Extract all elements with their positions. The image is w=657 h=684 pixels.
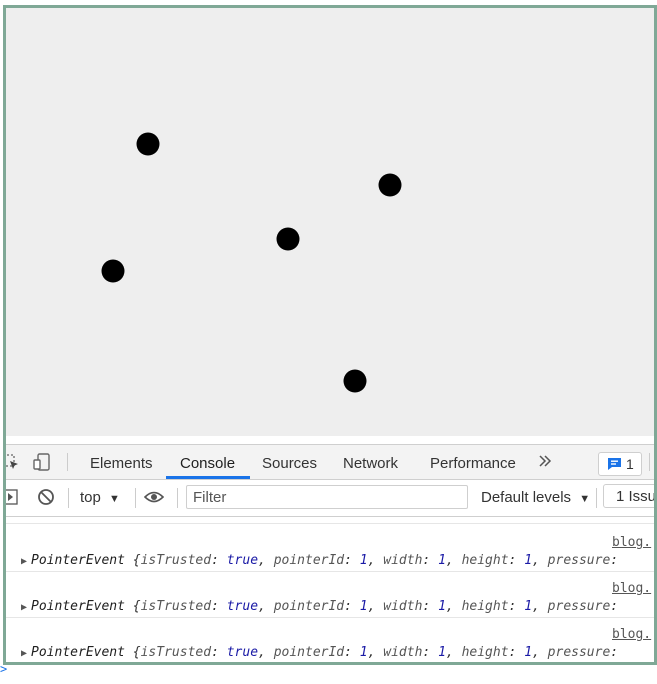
caret-down-icon: ▼ [109, 493, 120, 505]
canvas-dot [276, 227, 300, 251]
tab-elements[interactable]: Elements [90, 455, 153, 472]
log-levels-dropdown[interactable]: Default levels ▼ [481, 489, 590, 506]
canvas-dot [343, 369, 367, 393]
drawing-canvas[interactable] [6, 8, 654, 436]
tab-bar-divider [67, 453, 68, 471]
issues-badge[interactable]: 1 [598, 452, 642, 476]
console-output: blog. ▶ PointerEvent {isTrusted: true, po… [6, 517, 654, 662]
toolbar-divider [68, 488, 69, 508]
expand-triangle-icon[interactable]: ▶ [21, 556, 27, 567]
tab-network[interactable]: Network [343, 455, 398, 472]
inspect-element-icon[interactable] [6, 453, 20, 475]
eye-icon[interactable] [143, 489, 165, 509]
active-tab-indicator [166, 476, 250, 479]
browser-frame: Elements Console Sources Network Perform… [3, 5, 657, 665]
tab-performance[interactable]: Performance [430, 455, 516, 472]
caret-down-icon: ▼ [579, 493, 591, 505]
log-entry[interactable]: ▶ PointerEvent {isTrusted: true, pointerI… [21, 599, 618, 614]
context-label: top [80, 489, 101, 506]
log-entry[interactable]: ▶ PointerEvent {isTrusted: true, pointerI… [21, 553, 618, 568]
devtools-tab-bar: Elements Console Sources Network Perform… [6, 445, 654, 480]
device-toolbar-icon[interactable] [32, 452, 52, 476]
toolbar-divider [596, 488, 597, 508]
chevron-double-right-icon[interactable] [538, 454, 552, 472]
context-selector[interactable]: top ▼ [80, 489, 120, 506]
event-type: PointerEvent [31, 645, 125, 660]
issues-badge-count: 1 [626, 456, 634, 472]
source-link[interactable]: blog. [612, 581, 651, 596]
console-toolbar: top ▼ Default levels ▼ 1 Issue [6, 480, 654, 517]
tab-sources[interactable]: Sources [262, 455, 317, 472]
event-type: PointerEvent [31, 599, 125, 614]
toolbar-divider [135, 488, 136, 508]
clear-console-icon[interactable] [37, 488, 55, 510]
canvas-dot [136, 132, 160, 156]
log-entry[interactable]: ▶ PointerEvent {isTrusted: true, pointerI… [21, 645, 618, 660]
sidebar-toggle-icon[interactable] [6, 488, 20, 510]
canvas-dot [378, 173, 402, 197]
console-message[interactable]: blog. ▶ PointerEvent {isTrusted: true, po… [6, 617, 654, 662]
console-filter-input[interactable] [186, 485, 468, 509]
event-type: PointerEvent [31, 553, 125, 568]
expand-triangle-icon[interactable]: ▶ [21, 648, 27, 659]
tab-console[interactable]: Console [180, 455, 235, 472]
console-message[interactable]: blog. ▶ PointerEvent {isTrusted: true, po… [6, 571, 654, 618]
console-row-partial [6, 517, 654, 524]
console-prompt-icon: > [0, 662, 8, 676]
source-link[interactable]: blog. [612, 535, 651, 550]
tab-bar-divider [649, 453, 650, 471]
issues-button[interactable]: 1 Issue [603, 484, 654, 508]
source-link[interactable]: blog. [612, 627, 651, 642]
log-levels-label: Default levels [481, 489, 572, 506]
message-icon [607, 457, 622, 474]
console-message[interactable]: blog. ▶ PointerEvent {isTrusted: true, po… [6, 525, 654, 572]
expand-triangle-icon[interactable]: ▶ [21, 602, 27, 613]
toolbar-divider [177, 488, 178, 508]
devtools-panel: Elements Console Sources Network Perform… [6, 444, 654, 662]
canvas-dot [101, 259, 125, 283]
